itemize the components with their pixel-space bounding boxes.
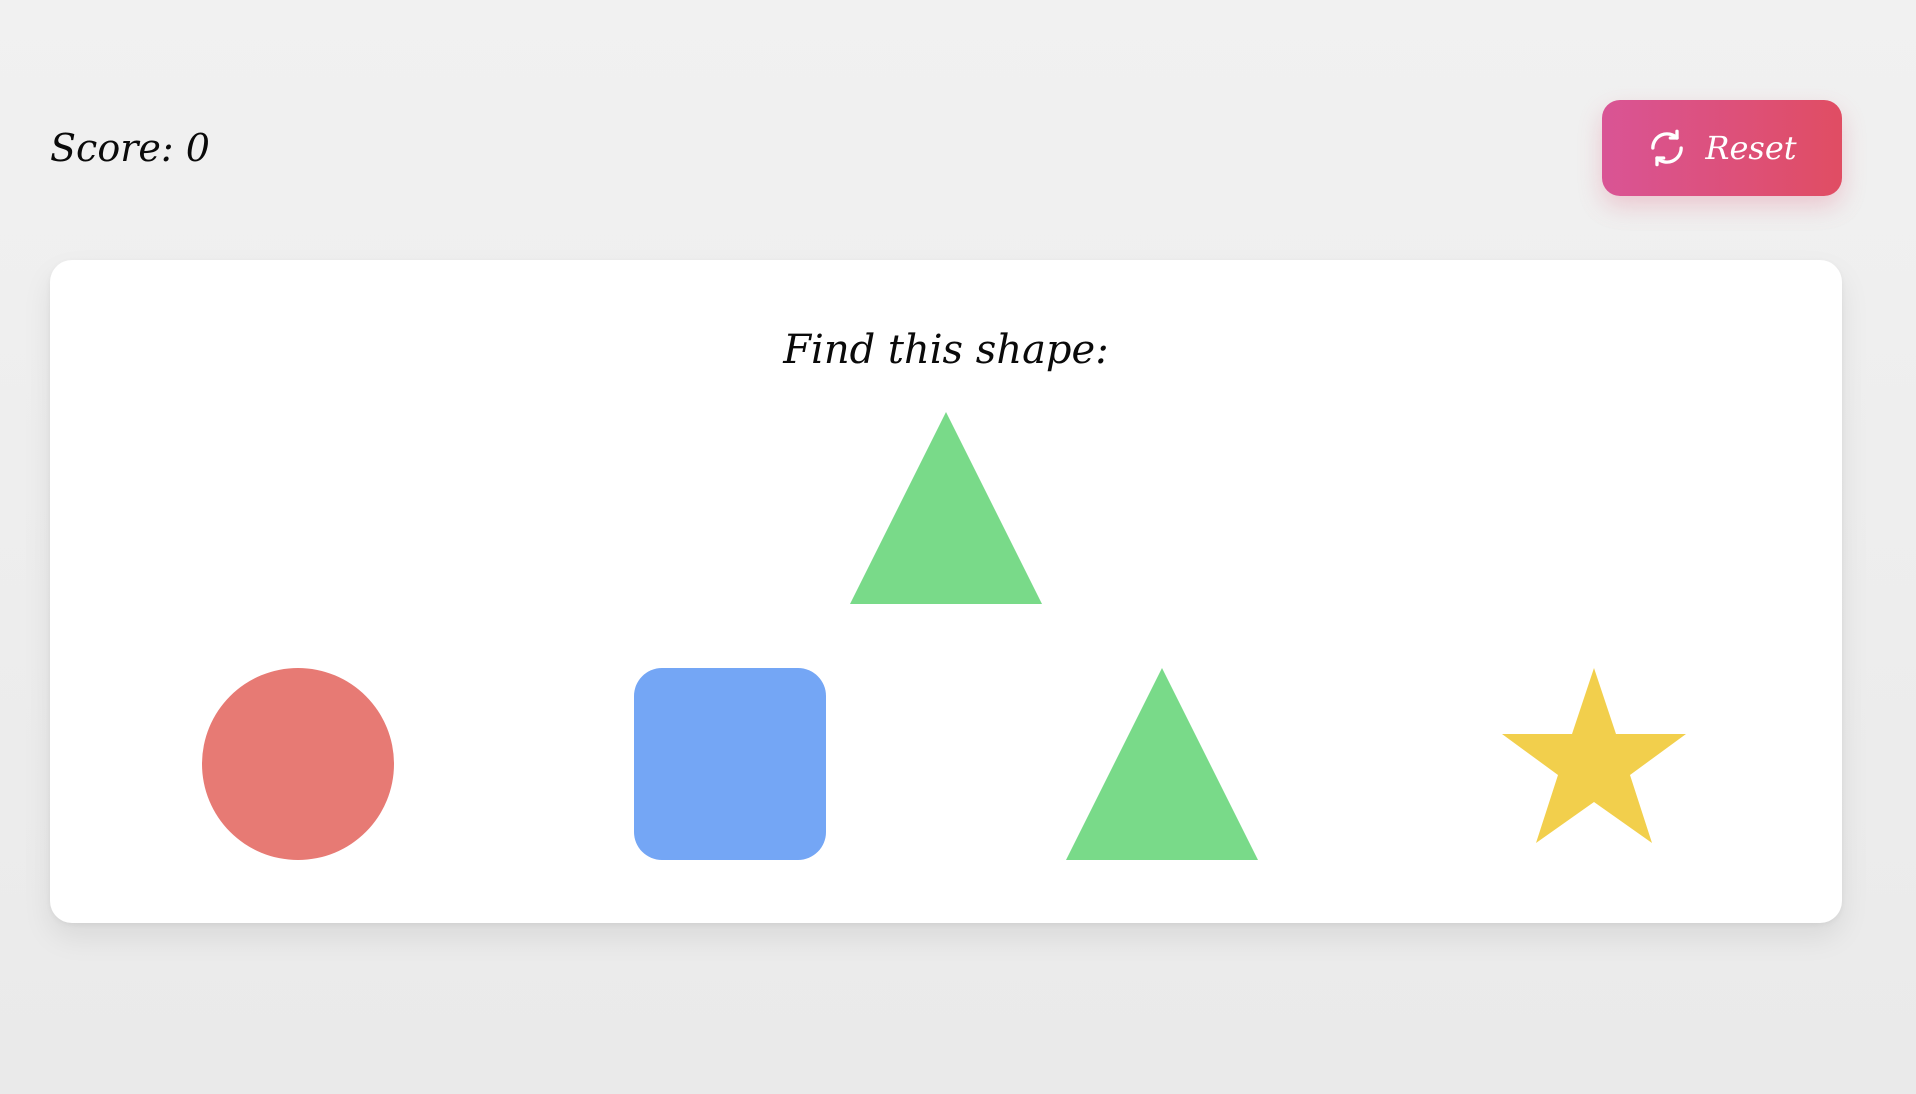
game-card: Find this shape: — [50, 260, 1842, 923]
option-triangle[interactable] — [1066, 668, 1258, 860]
option-star[interactable] — [1498, 668, 1690, 860]
option-square[interactable] — [634, 668, 826, 860]
reset-button[interactable]: Reset — [1602, 100, 1842, 196]
prompt-text: Find this shape: — [783, 327, 1109, 373]
option-circle[interactable] — [202, 668, 394, 860]
refresh-icon — [1647, 128, 1687, 168]
score-display: Score: 0 — [50, 126, 210, 170]
reset-label: Reset — [1705, 129, 1797, 167]
target-shape-triangle — [850, 412, 1042, 604]
top-bar: Score: 0 Reset — [50, 100, 1842, 196]
